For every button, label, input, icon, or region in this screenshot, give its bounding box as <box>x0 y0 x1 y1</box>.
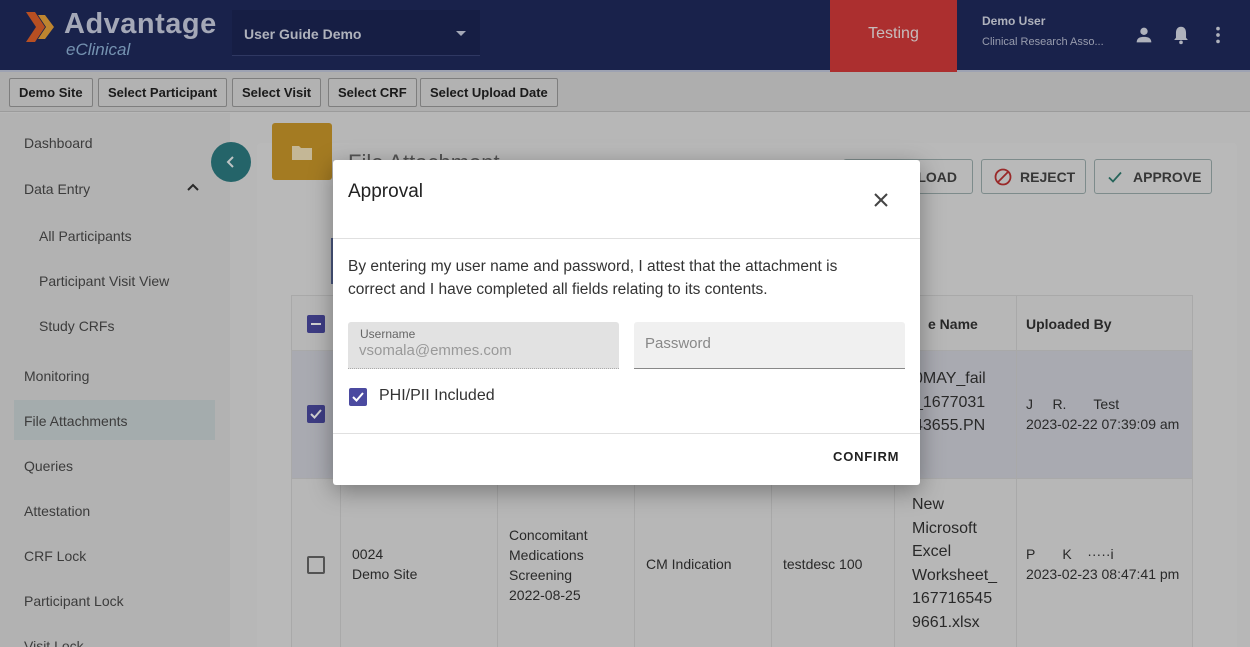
phi-checkbox-label[interactable]: PHI/PII Included <box>379 387 495 405</box>
dialog-divider <box>333 433 920 434</box>
attestation-text: By entering my user name and password, I… <box>348 258 838 298</box>
dialog-title: Approval <box>348 181 423 202</box>
confirm-button[interactable]: CONFIRM <box>833 449 899 464</box>
username-field[interactable]: Username vsomala@emmes.com <box>348 322 619 369</box>
password-input[interactable] <box>645 335 895 352</box>
phi-checkbox[interactable] <box>349 388 367 406</box>
password-field[interactable] <box>634 322 905 369</box>
dialog-divider <box>333 238 920 239</box>
username-value: vsomala@emmes.com <box>359 342 512 359</box>
approval-dialog: Approval By entering my user name and pa… <box>333 160 920 485</box>
username-label: Username <box>360 327 416 341</box>
close-icon[interactable] <box>870 189 892 211</box>
